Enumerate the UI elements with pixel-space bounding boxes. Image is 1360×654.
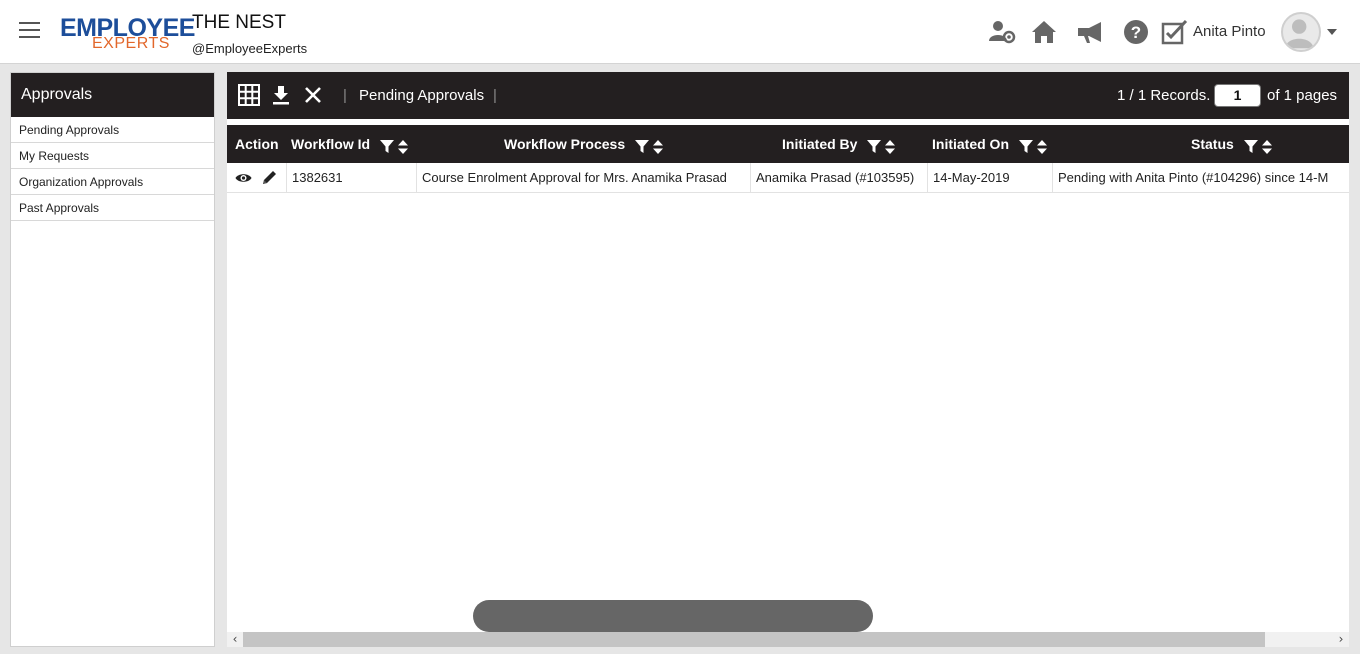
table-row[interactable]: 1382631 Course Enrolment Approval for Mr… xyxy=(227,163,1349,193)
column-header-label: Workflow Id xyxy=(291,136,371,152)
scroll-right-arrow-icon[interactable]: › xyxy=(1333,632,1349,647)
sidebar-item-my-requests[interactable]: My Requests xyxy=(11,143,214,169)
sidebar-item-pending-approvals[interactable]: Pending Approvals xyxy=(11,117,214,143)
app-title: THE NEST xyxy=(192,12,286,33)
download-icon[interactable] xyxy=(270,84,292,106)
app-handle: @EmployeeExperts xyxy=(192,41,308,56)
horizontal-scrollbar[interactable]: ‹ › xyxy=(227,632,1349,647)
records-count: 1 / 1 Records. xyxy=(1117,87,1211,104)
filter-icon[interactable] xyxy=(379,139,394,154)
checklist-icon[interactable] xyxy=(1160,17,1190,47)
page-number-input[interactable]: 1 xyxy=(1214,84,1261,107)
filter-sort-icons xyxy=(867,126,896,164)
toolbar-title: Pending Approvals xyxy=(359,87,485,104)
sidebar-title: Approvals xyxy=(11,73,214,117)
table-header: Action Workflow Id Workflow Process Init… xyxy=(227,125,1349,163)
megaphone-icon[interactable] xyxy=(1075,17,1105,47)
toolbar-separator: | xyxy=(343,87,347,104)
user-avatar[interactable] xyxy=(1281,12,1321,52)
user-menu-chevron-down-icon[interactable] xyxy=(1327,29,1337,35)
cell-workflow-process: Course Enrolment Approval for Mrs. Anami… xyxy=(416,163,750,193)
approvals-grid-panel: | Pending Approvals | 1 / 1 Records. 1 o… xyxy=(227,72,1349,647)
column-header-label: Initiated By xyxy=(782,136,858,152)
sort-icon[interactable] xyxy=(397,139,408,154)
column-header-label: Status xyxy=(1191,136,1234,152)
filter-icon[interactable] xyxy=(1243,139,1258,154)
home-icon[interactable] xyxy=(1029,17,1059,47)
grid-toolbar: | Pending Approvals | 1 / 1 Records. 1 o… xyxy=(227,72,1349,119)
scrollbar-thumb[interactable] xyxy=(243,632,1265,647)
filter-sort-icons xyxy=(1243,126,1272,164)
loading-toast xyxy=(473,600,873,632)
filter-icon[interactable] xyxy=(867,139,882,154)
column-header-action: Action xyxy=(235,125,279,163)
column-header-label: Initiated On xyxy=(932,136,1009,152)
top-header: EMPLOYEE EXPERTS THE NEST @EmployeeExper… xyxy=(0,0,1360,64)
hamburger-menu-icon[interactable] xyxy=(19,22,40,40)
filter-icon[interactable] xyxy=(635,139,650,154)
user-name[interactable]: Anita Pinto xyxy=(1193,23,1266,40)
sort-icon[interactable] xyxy=(885,139,896,154)
filter-icon[interactable] xyxy=(1018,139,1033,154)
scroll-left-arrow-icon[interactable]: ‹ xyxy=(227,632,243,647)
filter-sort-icons xyxy=(1018,126,1047,164)
column-header-workflow-process[interactable]: Workflow Process xyxy=(504,125,663,163)
column-header-label: Action xyxy=(235,136,279,152)
sort-icon[interactable] xyxy=(1261,139,1272,154)
svg-text:?: ? xyxy=(1131,23,1141,42)
column-header-workflow-id[interactable]: Workflow Id xyxy=(291,125,408,163)
team-settings-icon[interactable] xyxy=(987,17,1017,47)
help-icon[interactable]: ? xyxy=(1121,17,1151,47)
filter-sort-icons xyxy=(635,126,663,164)
cell-initiated-by: Anamika Prasad (#103595) xyxy=(750,163,927,193)
toolbar-separator: | xyxy=(493,87,497,104)
cell-workflow-id: 1382631 xyxy=(286,163,416,193)
filter-sort-icons xyxy=(379,126,408,164)
column-header-status[interactable]: Status xyxy=(1191,125,1272,163)
sort-icon[interactable] xyxy=(652,139,663,154)
cell-status: Pending with Anita Pinto (#104296) since… xyxy=(1052,163,1349,193)
logo-text-experts: EXPERTS xyxy=(92,35,170,52)
edit-pencil-icon[interactable] xyxy=(261,170,278,186)
column-header-initiated-on[interactable]: Initiated On xyxy=(932,125,1047,163)
view-eye-icon[interactable] xyxy=(235,170,252,186)
sort-icon[interactable] xyxy=(1036,139,1047,154)
close-icon[interactable] xyxy=(302,84,324,106)
sidebar-item-past-approvals[interactable]: Past Approvals xyxy=(11,195,214,221)
page-count-label: of 1 pages xyxy=(1267,87,1338,104)
company-logo[interactable]: EMPLOYEE EXPERTS xyxy=(58,10,195,54)
sidebar-item-organization-approvals[interactable]: Organization Approvals xyxy=(11,169,214,195)
grid-icon[interactable] xyxy=(238,84,260,106)
approvals-sidebar: Approvals Pending Approvals My Requests … xyxy=(10,72,215,647)
cell-initiated-on: 14-May-2019 xyxy=(927,163,1052,193)
column-header-label: Workflow Process xyxy=(504,136,626,152)
column-header-initiated-by[interactable]: Initiated By xyxy=(782,125,896,164)
